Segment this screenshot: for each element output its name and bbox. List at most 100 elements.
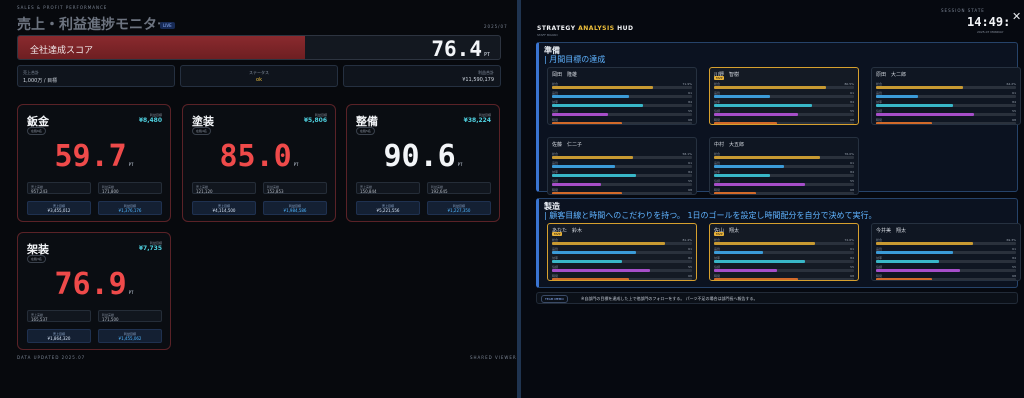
member-progress-row: 時間 68 <box>876 274 1016 280</box>
member-progress-row: 品質 61 <box>552 161 692 170</box>
progress-fill <box>552 86 653 89</box>
member-progress-row: 協調 55 <box>552 179 692 188</box>
progress-fill <box>876 122 932 124</box>
profit-actual: 利益実績 192,645 <box>427 182 491 194</box>
overall-score-value: 76.4 PT <box>431 37 490 60</box>
progress-fill <box>714 86 826 89</box>
member-card[interactable]: 中村 大五郎 総合 76.0% 品質 61 効率 84 協調 55 時間 68 <box>709 137 859 195</box>
progress-fill <box>552 251 636 254</box>
footer-right: SHARED VIEWER <box>470 355 517 360</box>
department-card[interactable]: 架装 在籍3名 利益目標 ¥7,735 76.9 PT 売上実績 165,537 利益実績 171… <box>17 232 171 350</box>
section-goal: | 顧客目線と時間へのこだわりを持つ。 1日のゴールを設定し時間配分を自分で決め… <box>544 211 877 220</box>
member-progress-row: 品質 61 <box>714 91 854 100</box>
mvp-badge: MVP <box>714 232 725 236</box>
member-card[interactable]: 原田 大二郎 総合 64.2% 品質 61 効率 84 協調 55 時間 68 <box>871 67 1021 125</box>
department-card[interactable]: 整備 在籍5名 利益目標 ¥38,224 90.6 PT 売上実績 150,844 利益実績 19… <box>346 104 500 222</box>
member-name: 今井美 翔太 <box>876 228 907 234</box>
member-progress-row: 総合 80.5% <box>714 82 854 91</box>
member-progress-row: 時間 68 <box>552 188 692 194</box>
member-progress-row: 時間 68 <box>714 274 854 280</box>
profit-target: 利益目標 ¥1,227,350 <box>427 201 491 215</box>
member-progress-row: 総合 81.4% <box>552 238 692 247</box>
member-card[interactable]: 岡田 隆雄 総合 71.9% 品質 61 効率 84 協調 55 時間 68 <box>547 67 697 125</box>
target-value: ¥38,224 <box>463 117 491 124</box>
department-score: 90.6 PT <box>383 139 463 174</box>
member-progress-row: 品質 61 <box>714 247 854 256</box>
member-progress-row: 効率 84 <box>876 100 1016 109</box>
sales-target: 売上目標 ¥5,221,556 <box>356 201 420 215</box>
panel-subtitle: SALES & PROFIT PERFORMANCE <box>17 5 108 10</box>
progress-fill <box>714 165 784 168</box>
progress-fill <box>714 278 798 280</box>
member-progress-row: 協調 55 <box>714 265 854 274</box>
target-value: ¥8,480 <box>138 117 162 124</box>
stat-sales-total: 売上合計 1,000万 / 目標 <box>17 65 175 87</box>
profit-target: 利益目標 ¥1,984,586 <box>263 201 327 215</box>
progress-fill <box>552 260 622 263</box>
team-memo-text: ※自部門の目標を達成した上で他部門のフォローをする。 パーツ不足の場合は部門長へ… <box>581 296 758 301</box>
member-card[interactable]: 川野 智樹 MVP 総合 80.5% 品質 61 効率 84 協調 55 時間 68 <box>709 67 859 125</box>
department-card[interactable]: 鈑金 在籍6名 利益目標 ¥8,480 59.7 PT 売上実績 957,243 利益実績 171… <box>17 104 171 222</box>
hud-logo-sub: STAFF BOARD <box>537 33 558 37</box>
progress-fill <box>714 260 805 263</box>
member-name: 中村 大五郎 <box>714 142 745 148</box>
page-title: 売上・利益進捗モニター <box>17 17 171 33</box>
profit-actual: 利益実績 171,500 <box>98 310 162 322</box>
member-progress-row: 協調 55 <box>714 109 854 118</box>
member-progress-row: 効率 84 <box>876 256 1016 265</box>
member-card[interactable]: あなた 鈴木 MVP 総合 81.4% 品質 61 効率 84 協調 55 時間 68 <box>547 223 697 281</box>
progress-fill <box>552 165 615 168</box>
department-tag: 在籍4名 <box>192 127 211 135</box>
progress-fill <box>552 269 650 272</box>
member-progress-row: 効率 84 <box>552 100 692 109</box>
close-icon[interactable]: ✕ <box>1012 10 1021 23</box>
overall-score-bar: 全社達成スコア 76.4 PT <box>17 35 501 60</box>
member-name: 原田 大二郎 <box>876 72 907 78</box>
footer-left: DATA UPDATED 2025.07 <box>17 355 86 360</box>
progress-fill <box>714 192 756 194</box>
team-memo-badge: TEAM MEMO <box>541 295 568 303</box>
team-section: 準備 | 月間目標の達成 岡田 隆雄 総合 71.9% 品質 61 効率 84 協調 55 時間 68 川… <box>536 42 1021 195</box>
team-memo: TEAM MEMO ※自部門の目標を達成した上で他部門のフォローをする。 パーツ… <box>536 292 1018 304</box>
member-progress-row: 品質 61 <box>552 91 692 100</box>
member-card[interactable]: 佐山 翔太 MVP 総合 72.6% 品質 61 効率 84 協調 55 時間 68 <box>709 223 859 281</box>
department-card[interactable]: 塗装 在籍4名 利益目標 ¥5,806 85.0 PT 売上実績 121,120 利益実績 152… <box>182 104 336 222</box>
member-card[interactable]: 佐藤 仁二子 総合 58.1% 品質 61 効率 84 協調 55 時間 68 <box>547 137 697 195</box>
member-name: 佐藤 仁二子 <box>552 142 583 148</box>
progress-fill <box>552 122 622 124</box>
progress-fill <box>714 183 805 186</box>
member-progress-row: 総合 64.2% <box>876 82 1016 91</box>
member-progress-row: 効率 84 <box>552 256 692 265</box>
progress-fill <box>714 104 812 107</box>
member-card[interactable]: 今井美 翔太 総合 69.3% 品質 61 効率 84 協調 55 時間 68 <box>871 223 1021 281</box>
progress-fill <box>552 104 643 107</box>
summary-stats: 売上合計 1,000万 / 目標 ステータス ok 利益合計 ¥11,590,1… <box>17 65 501 87</box>
clock: 14:49: <box>967 15 1011 29</box>
member-progress-row: 時間 68 <box>552 118 692 124</box>
mvp-badge: MVP <box>552 232 563 236</box>
sales-actual: 売上実績 150,844 <box>356 182 420 194</box>
member-progress-row: 効率 84 <box>714 170 854 179</box>
member-progress-row: 品質 61 <box>876 91 1016 100</box>
sales-actual: 売上実績 957,243 <box>27 182 91 194</box>
screen: SALES & PROFIT PERFORMANCE 売上・利益進捗モニター L… <box>0 0 1024 398</box>
member-progress-row: 協調 55 <box>876 109 1016 118</box>
sales-target: 売上目標 ¥3,455,012 <box>27 201 91 215</box>
session-state: SESSION STATE <box>941 8 985 13</box>
member-progress-row: 時間 68 <box>714 188 854 194</box>
profit-target: 利益目標 ¥1,376,176 <box>98 201 162 215</box>
progress-fill <box>714 251 763 254</box>
live-badge: LIVE <box>160 22 175 29</box>
member-progress-row: 時間 68 <box>552 274 692 280</box>
progress-fill <box>552 192 622 194</box>
member-progress-row: 総合 58.1% <box>552 152 692 161</box>
member-progress-row: 品質 61 <box>876 247 1016 256</box>
member-progress-row: 総合 69.3% <box>876 238 1016 247</box>
progress-fill <box>552 113 608 116</box>
progress-fill <box>714 269 777 272</box>
member-progress-row: 品質 61 <box>714 161 854 170</box>
section-goal: | 月間目標の達成 <box>544 55 606 64</box>
overall-score-label: 全社達成スコア <box>30 46 94 56</box>
progress-fill <box>714 95 770 98</box>
target-value: ¥5,806 <box>303 117 327 124</box>
